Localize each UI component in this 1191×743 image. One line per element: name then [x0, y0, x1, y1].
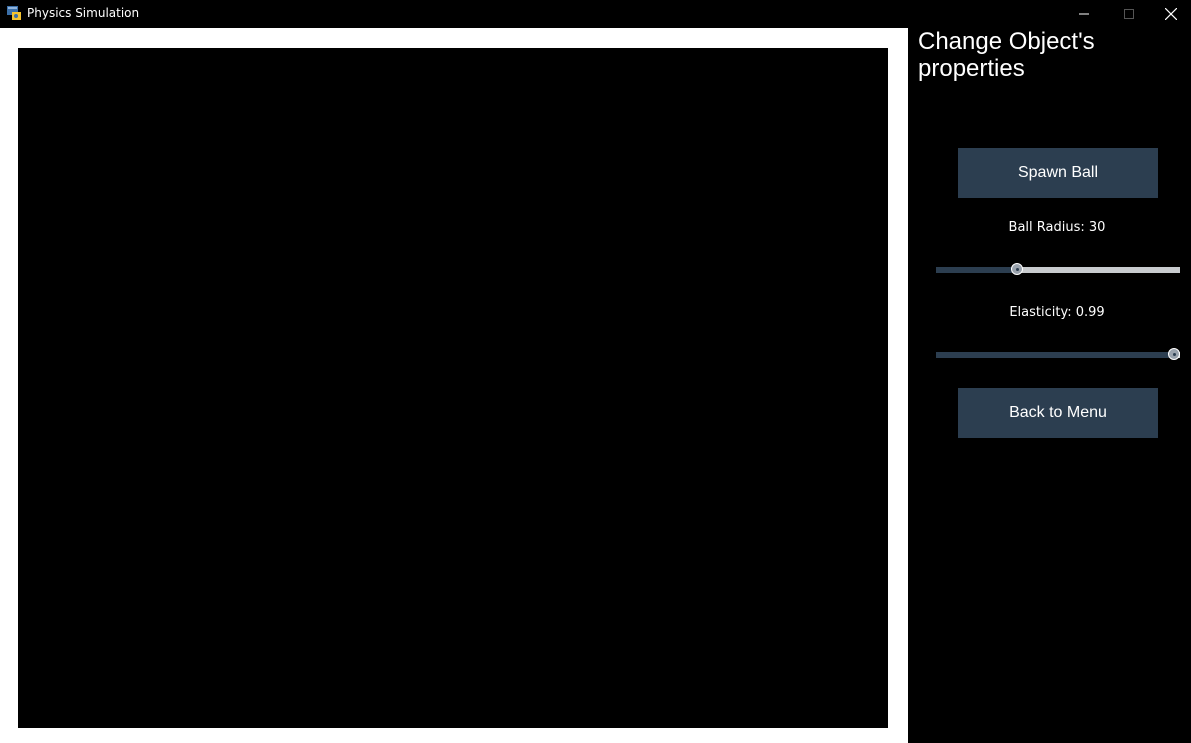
slider-handle[interactable]	[1168, 348, 1180, 360]
simulation-canvas[interactable]	[18, 48, 888, 728]
close-button[interactable]	[1151, 0, 1191, 28]
minimize-button[interactable]	[1061, 0, 1106, 28]
title-bar: Physics Simulation	[0, 0, 1191, 28]
maximize-button[interactable]	[1106, 0, 1151, 28]
spawn-ball-button[interactable]: Spawn Ball	[958, 148, 1158, 198]
minimize-icon	[1078, 13, 1089, 15]
properties-panel: Change Object's properties Spawn Ball Ba…	[908, 28, 1191, 743]
maximize-icon	[1123, 9, 1134, 19]
elasticity-label: Elasticity: 0.99	[1009, 305, 1105, 320]
simulation-area	[0, 28, 908, 743]
slider-track-filled	[936, 352, 1178, 358]
python-app-icon	[7, 6, 21, 20]
elasticity-slider[interactable]	[936, 348, 1180, 360]
panel-title: Change Object's properties	[918, 28, 1095, 82]
back-to-menu-button[interactable]: Back to Menu	[958, 388, 1158, 438]
slider-handle[interactable]	[1011, 263, 1023, 275]
slider-track-empty	[1017, 267, 1180, 273]
slider-track-filled	[936, 267, 1017, 273]
window-title: Physics Simulation	[27, 6, 140, 20]
ball-radius-label: Ball Radius: 30	[1008, 220, 1106, 235]
ball-radius-slider[interactable]	[936, 263, 1180, 275]
close-icon	[1165, 8, 1177, 20]
